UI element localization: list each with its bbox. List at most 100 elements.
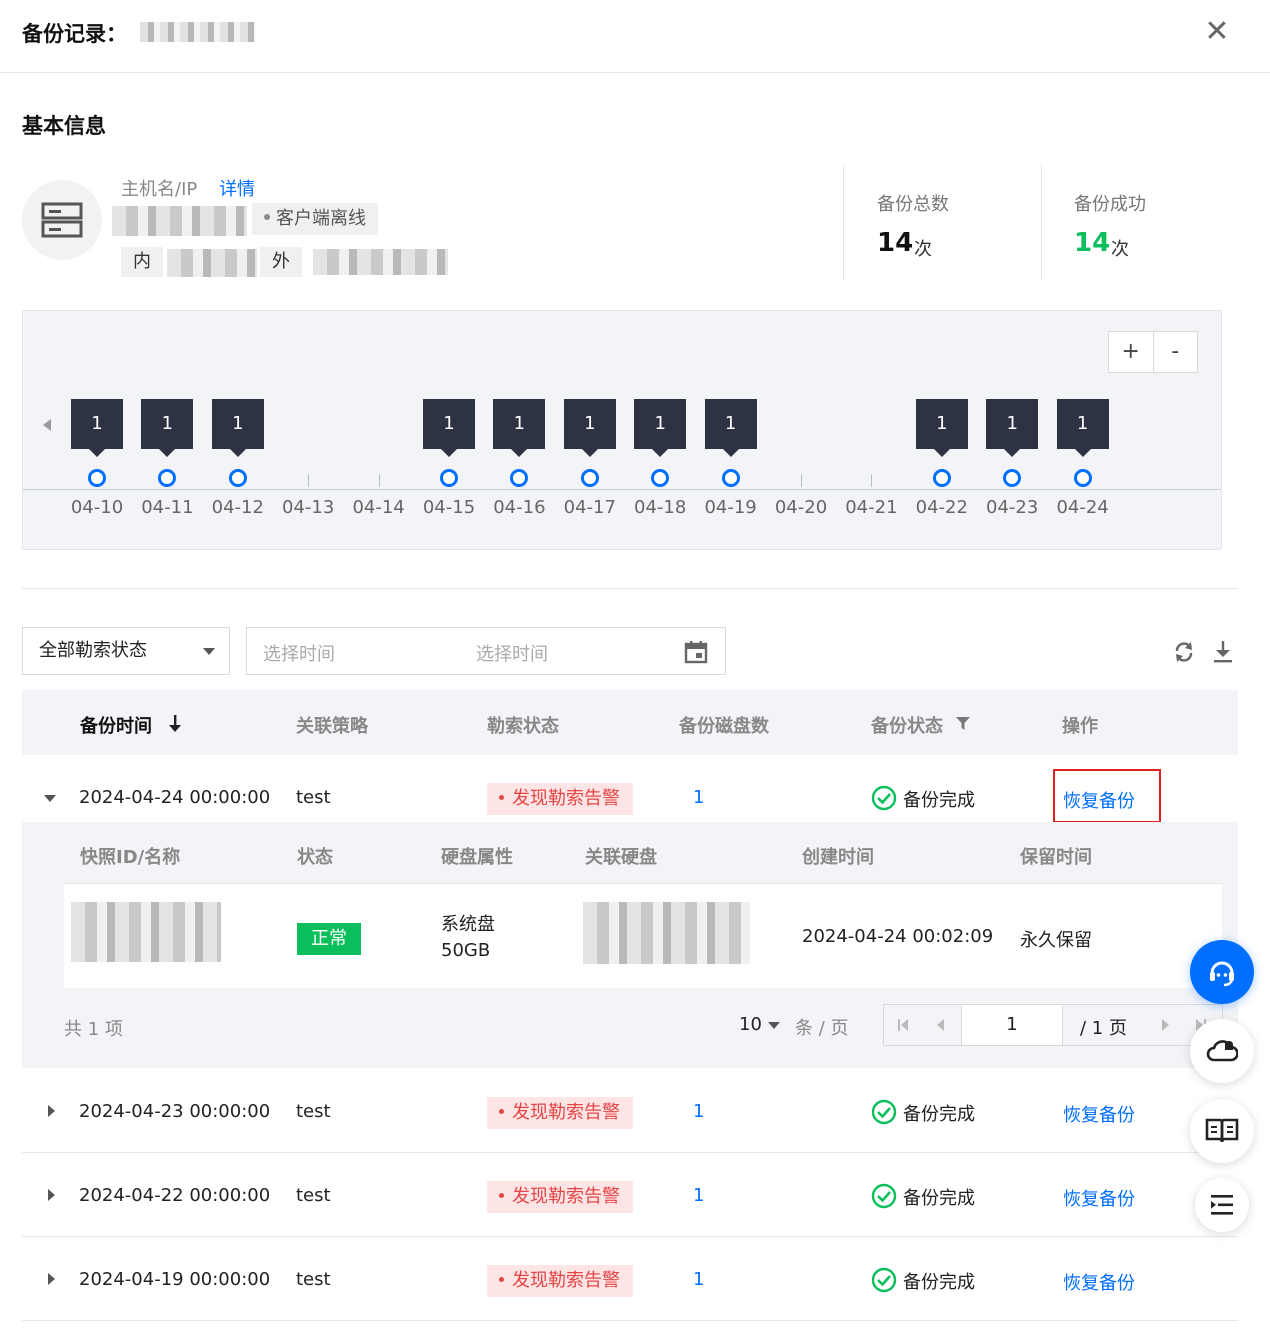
collapse-row-icon[interactable] — [44, 795, 56, 802]
inner-ip-redacted — [167, 249, 257, 277]
download-icon[interactable] — [1211, 640, 1235, 664]
backup-count-bubble[interactable]: 1 — [71, 399, 123, 457]
row-backup-time: 2024-04-23 00:00:00 — [79, 1101, 271, 1122]
backup-point-marker[interactable] — [158, 469, 177, 487]
docs-button[interactable] — [1190, 1099, 1254, 1163]
column-disk-count: 备份磁盘数 — [679, 716, 769, 737]
row-policy: test — [296, 1269, 331, 1290]
backup-count-bubble[interactable]: 1 — [704, 399, 757, 457]
row-disk-count[interactable]: 1 — [693, 1101, 704, 1122]
backup-point-marker[interactable] — [651, 469, 670, 487]
expand-row-icon[interactable] — [48, 1105, 55, 1117]
timeline-date-label: 04-22 — [915, 497, 968, 518]
backup-count-bubble[interactable]: 1 — [423, 399, 475, 457]
backup-point-marker[interactable] — [440, 469, 458, 487]
host-name-redacted — [112, 206, 247, 236]
backup-count-bubble[interactable]: 1 — [141, 399, 194, 457]
page-size-value[interactable]: 10 — [739, 1014, 762, 1035]
next-page-icon[interactable] — [1146, 1005, 1184, 1045]
restore-backup-link[interactable]: 恢复备份 — [1063, 1185, 1135, 1211]
row-disk-count[interactable]: 1 — [693, 787, 704, 808]
timeline-date-label: 04-16 — [493, 497, 546, 518]
column-policy: 关联策略 — [296, 716, 368, 737]
row-disk-count[interactable]: 1 — [693, 1185, 704, 1206]
server-avatar — [22, 180, 102, 260]
backup-point-marker[interactable] — [580, 469, 599, 487]
backup-table-header: 备份时间 关联策略 勒索状态 备份磁盘数 备份状态 操作 — [22, 690, 1238, 755]
first-page-icon[interactable] — [884, 1005, 922, 1045]
page-size-unit: 条 / 页 — [795, 1018, 849, 1039]
snapshot-state-tag: 正常 — [297, 923, 361, 955]
close-icon[interactable]: ✕ — [1203, 17, 1231, 47]
backup-count-bubble[interactable]: 1 — [1056, 399, 1109, 457]
backup-point-marker[interactable] — [1003, 469, 1022, 487]
date-range-picker[interactable]: 选择时间 选择时间 — [246, 627, 726, 675]
column-backup-time[interactable]: 备份时间 — [80, 712, 152, 738]
timeline-tick — [801, 474, 802, 487]
host-detail-link[interactable]: 详情 — [219, 175, 255, 201]
current-page-input[interactable]: 1 — [961, 1005, 1063, 1045]
list-indent-icon — [1211, 1195, 1233, 1215]
chevron-down-icon[interactable] — [768, 1022, 780, 1029]
end-date-input[interactable]: 选择时间 — [476, 640, 548, 666]
total-pages: / 1 页 — [1080, 1018, 1127, 1039]
backup-point-marker[interactable] — [1073, 469, 1092, 487]
refresh-icon[interactable] — [1172, 640, 1196, 664]
column-snapshot-id: 快照ID/名称 — [80, 847, 181, 868]
backup-status-text: 备份完成 — [903, 1104, 975, 1125]
backup-point-marker[interactable] — [932, 469, 951, 487]
timeline-tick — [871, 474, 873, 487]
column-ransom-status: 勒索状态 — [487, 716, 559, 737]
snapshot-id-redacted — [71, 902, 221, 962]
backup-count-bubble[interactable]: 1 — [493, 399, 546, 457]
stat-divider — [1041, 165, 1042, 280]
zoom-controls: + - — [1108, 331, 1198, 373]
ransom-alert-text: 发现勒索告警 — [512, 1186, 620, 1207]
alert-dot-icon — [499, 1108, 504, 1114]
column-snapshot-state: 状态 — [297, 847, 333, 868]
restore-backup-link[interactable]: 恢复备份 — [1063, 1101, 1135, 1127]
sort-down-icon[interactable] — [168, 715, 182, 733]
cloud-assistant-button[interactable] — [1190, 1019, 1254, 1083]
backup-count-bubble[interactable]: 1 — [563, 399, 616, 457]
snapshot-created-time: 2024-04-24 00:02:09 — [802, 926, 994, 947]
row-policy: test — [296, 1101, 331, 1122]
snapshot-retention: 永久保留 — [1020, 930, 1092, 951]
column-created-time: 创建时间 — [802, 847, 874, 868]
cloud-bell-icon — [1206, 1040, 1238, 1062]
backup-point-marker[interactable] — [510, 469, 529, 487]
timeline-axis — [23, 489, 1221, 490]
backup-count-bubble[interactable]: 1 — [915, 399, 968, 457]
row-backup-time: 2024-04-19 00:00:00 — [79, 1269, 271, 1290]
backup-point-marker[interactable] — [721, 469, 740, 487]
ransom-status-select[interactable]: 全部勒索状态 — [22, 627, 230, 675]
restore-backup-link[interactable]: 恢复备份 — [1063, 1269, 1135, 1295]
section-title: 基本信息 — [22, 114, 106, 138]
backup-timeline: + - 1 04-10 1 04-11 1 04-12 04-13 04-14 1 04-15 1 0… — [22, 310, 1222, 550]
stat-divider — [843, 165, 844, 280]
success-check-icon — [871, 785, 897, 811]
expand-row-icon[interactable] — [48, 1273, 55, 1285]
outline-menu-button[interactable] — [1195, 1178, 1249, 1232]
backup-count-bubble[interactable]: 1 — [634, 399, 687, 457]
ransom-alert-tag: 发现勒索告警 — [487, 1265, 633, 1297]
row-disk-count[interactable]: 1 — [693, 1269, 704, 1290]
backup-count-bubble[interactable]: 1 — [986, 399, 1039, 457]
zoom-in-button[interactable]: + — [1109, 332, 1153, 372]
row-backup-time: 2024-04-22 00:00:00 — [79, 1185, 271, 1206]
zoom-out-button[interactable]: - — [1152, 332, 1198, 372]
backup-count-bubble[interactable]: 1 — [211, 399, 264, 457]
expand-row-icon[interactable] — [48, 1189, 55, 1201]
backup-point-marker[interactable] — [88, 469, 106, 487]
start-date-input[interactable]: 选择时间 — [263, 640, 335, 666]
headset-icon — [1210, 961, 1234, 987]
success-backups-label: 备份成功 — [1074, 194, 1146, 215]
prev-page-icon[interactable] — [922, 1005, 960, 1045]
timeline-prev-icon[interactable] — [43, 419, 51, 431]
backup-point-marker[interactable] — [228, 469, 247, 487]
row-divider — [22, 1152, 1238, 1153]
ransom-alert-tag: 发现勒索告警 — [487, 783, 633, 815]
timeline-tick — [308, 474, 310, 487]
filter-icon[interactable] — [956, 717, 970, 731]
customer-service-button[interactable] — [1190, 940, 1254, 1004]
